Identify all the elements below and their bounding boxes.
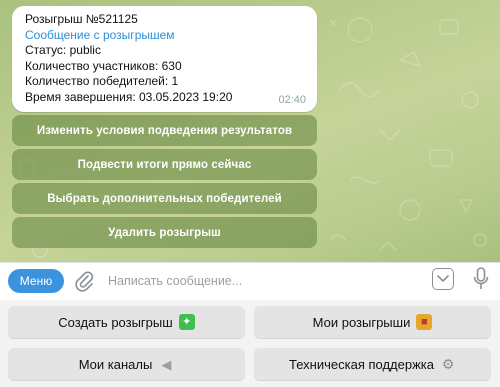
choose-extra-winners-button[interactable]: Выбрать дополнительных победителей	[12, 183, 317, 214]
change-conditions-button[interactable]: Изменить условия подведения результатов	[12, 115, 317, 146]
message-timestamp: 02:40	[278, 93, 306, 106]
my-giveaways-button[interactable]: Мои розыгрыши ■	[254, 306, 491, 338]
giveaway-message-bubble: Розыгрыш №521125 Сообщение с розыгрышем …	[12, 6, 317, 112]
my-channels-label: Мои каналы	[78, 356, 153, 372]
create-giveaway-button[interactable]: Создать розыгрыш ✦	[8, 306, 245, 338]
message-winners: Количество победителей: 1	[25, 74, 179, 88]
paperclip-icon[interactable]	[74, 270, 94, 292]
tech-support-button[interactable]: Техническая поддержка ⚙	[254, 348, 491, 380]
keyboard-toggle-button[interactable]	[432, 268, 454, 290]
gift-icon: ■	[416, 314, 433, 330]
tech-support-label: Техническая поддержка	[289, 356, 434, 372]
gear-icon: ⚙	[441, 356, 455, 372]
message-input[interactable]	[108, 270, 418, 292]
microphone-icon[interactable]	[472, 267, 490, 291]
create-giveaway-label: Создать розыгрыш	[58, 314, 173, 330]
giveaway-message-link[interactable]: Сообщение с розыгрышем	[25, 28, 305, 44]
my-giveaways-label: Мои розыгрыши	[312, 314, 411, 330]
my-channels-button[interactable]: Мои каналы ◀	[8, 348, 245, 380]
menu-button[interactable]: Меню	[8, 269, 64, 293]
sparkles-icon: ✦	[178, 314, 195, 330]
message-status: Статус: public	[25, 43, 101, 57]
message-end-time: Время завершения: 03.05.2023 19:20	[25, 89, 233, 104]
chevron-down-icon	[437, 275, 449, 283]
delete-giveaway-button[interactable]: Удалить розыгрыш	[12, 217, 317, 248]
summarize-now-button[interactable]: Подвести итоги прямо сейчас	[12, 149, 317, 180]
message-title: Розыгрыш №521125	[25, 12, 138, 26]
megaphone-icon: ◀	[161, 356, 172, 372]
message-participants: Количество участников: 630	[25, 58, 182, 73]
